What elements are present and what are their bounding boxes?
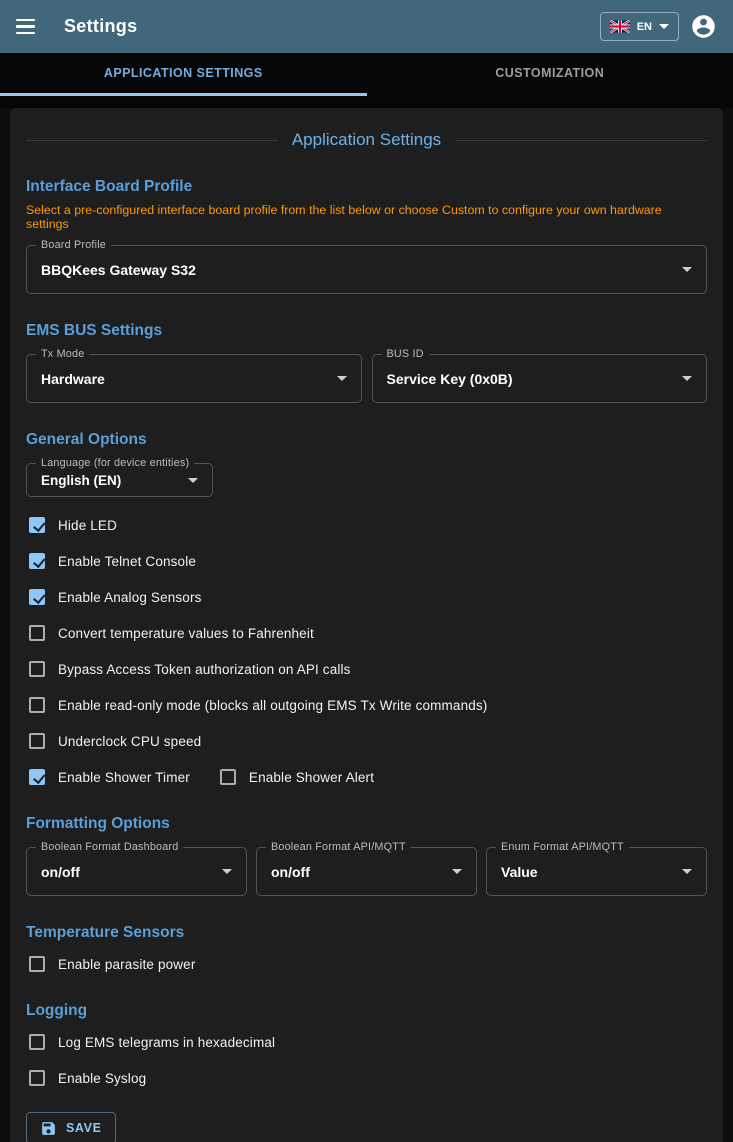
tx-mode-select[interactable]: Tx Mode Hardware bbox=[26, 354, 362, 403]
shower-alert-checkbox[interactable] bbox=[220, 769, 236, 785]
section-heading-general-options: General Options bbox=[26, 431, 707, 449]
checkbox-row-syslog: Enable Syslog bbox=[26, 1060, 707, 1096]
board-profile-value: BBQKees Gateway S32 bbox=[41, 262, 196, 278]
checkbox-row-hide-led: Hide LED bbox=[26, 507, 707, 543]
fahrenheit-checkbox[interactable] bbox=[29, 625, 45, 641]
checkbox-row-analog-sensors: Enable Analog Sensors bbox=[26, 579, 707, 615]
underclock-cpu-checkbox[interactable] bbox=[29, 733, 45, 749]
app-bar: Settings EN bbox=[0, 0, 733, 53]
boolean-format-api-select[interactable]: Boolean Format API/MQTT on/off bbox=[256, 847, 477, 896]
bus-id-label: BUS ID bbox=[382, 348, 429, 360]
language-label: Language (for device entities) bbox=[36, 457, 194, 469]
language-selector-button[interactable]: EN bbox=[600, 12, 679, 41]
board-profile-select[interactable]: Board Profile BBQKees Gateway S32 bbox=[26, 245, 707, 294]
shower-timer-checkbox[interactable] bbox=[29, 769, 45, 785]
chevron-down-icon bbox=[188, 478, 198, 483]
enum-format-api-select[interactable]: Enum Format API/MQTT Value bbox=[486, 847, 707, 896]
account-avatar-icon[interactable] bbox=[690, 13, 717, 40]
chevron-down-icon bbox=[682, 267, 692, 272]
board-profile-label: Board Profile bbox=[36, 239, 111, 251]
settings-screen: Settings EN APPLICATION SETTINGS CUS bbox=[0, 0, 733, 1142]
tab-bar: APPLICATION SETTINGS CUSTOMIZATION bbox=[0, 53, 733, 108]
checkbox-row-bypass-token: Bypass Access Token authorization on API… bbox=[26, 651, 707, 687]
chevron-down-icon bbox=[682, 376, 692, 381]
chevron-down-icon bbox=[222, 869, 232, 874]
readonly-mode-checkbox[interactable] bbox=[29, 697, 45, 713]
bus-id-select[interactable]: BUS ID Service Key (0x0B) bbox=[372, 354, 708, 403]
enable-telnet-checkbox[interactable] bbox=[29, 553, 45, 569]
save-button[interactable]: SAVE bbox=[26, 1112, 116, 1142]
parasite-power-checkbox[interactable] bbox=[29, 956, 45, 972]
chevron-down-icon bbox=[452, 869, 462, 874]
language-code: EN bbox=[637, 21, 652, 33]
checkbox-row-readonly-mode: Enable read-only mode (blocks all outgoi… bbox=[26, 687, 707, 723]
page-header-title: Settings bbox=[64, 16, 137, 37]
checkbox-row-shower-timer: Enable Shower Timer bbox=[26, 759, 190, 795]
uk-flag-icon bbox=[610, 20, 630, 33]
settings-card: Application Settings Interface Board Pro… bbox=[10, 108, 723, 1142]
language-value: English (EN) bbox=[41, 473, 121, 488]
bus-id-value: Service Key (0x0B) bbox=[387, 371, 513, 387]
checkbox-row-parasite-power: Enable parasite power bbox=[26, 946, 707, 982]
checkbox-row-telnet: Enable Telnet Console bbox=[26, 543, 707, 579]
page-title-divider: Application Settings bbox=[26, 130, 707, 150]
section-heading-formatting: Formatting Options bbox=[26, 815, 707, 833]
enable-analog-sensors-checkbox[interactable] bbox=[29, 589, 45, 605]
page-title: Application Settings bbox=[292, 130, 441, 150]
chevron-down-icon bbox=[682, 869, 692, 874]
checkbox-row-underclock: Underclock CPU speed bbox=[26, 723, 707, 759]
checkbox-row-shower-alert: Enable Shower Alert bbox=[217, 759, 374, 795]
save-button-label: SAVE bbox=[66, 1121, 102, 1135]
section-heading-logging: Logging bbox=[26, 1002, 707, 1020]
hex-telegrams-checkbox[interactable] bbox=[29, 1034, 45, 1050]
enable-syslog-checkbox[interactable] bbox=[29, 1070, 45, 1086]
boolean-format-dashboard-select[interactable]: Boolean Format Dashboard on/off bbox=[26, 847, 247, 896]
chevron-down-icon bbox=[659, 24, 669, 29]
section-heading-ems-bus: EMS BUS Settings bbox=[26, 322, 707, 340]
section-heading-interface-board: Interface Board Profile bbox=[26, 178, 707, 196]
tab-customization[interactable]: CUSTOMIZATION bbox=[367, 53, 733, 96]
save-floppy-icon bbox=[40, 1120, 57, 1137]
board-profile-note: Select a pre-configured interface board … bbox=[26, 203, 707, 231]
bypass-token-checkbox[interactable] bbox=[29, 661, 45, 677]
checkbox-row-fahrenheit: Convert temperature values to Fahrenheit bbox=[26, 615, 707, 651]
hide-led-checkbox[interactable] bbox=[29, 517, 45, 533]
tab-application-settings[interactable]: APPLICATION SETTINGS bbox=[0, 53, 367, 96]
section-heading-temperature-sensors: Temperature Sensors bbox=[26, 924, 707, 942]
chevron-down-icon bbox=[337, 376, 347, 381]
checkbox-row-hex-telegrams: Log EMS telegrams in hexadecimal bbox=[26, 1024, 707, 1060]
tx-mode-value: Hardware bbox=[41, 371, 105, 387]
tx-mode-label: Tx Mode bbox=[36, 348, 89, 360]
hamburger-menu-icon[interactable] bbox=[16, 15, 40, 39]
language-select[interactable]: Language (for device entities) English (… bbox=[26, 463, 213, 497]
